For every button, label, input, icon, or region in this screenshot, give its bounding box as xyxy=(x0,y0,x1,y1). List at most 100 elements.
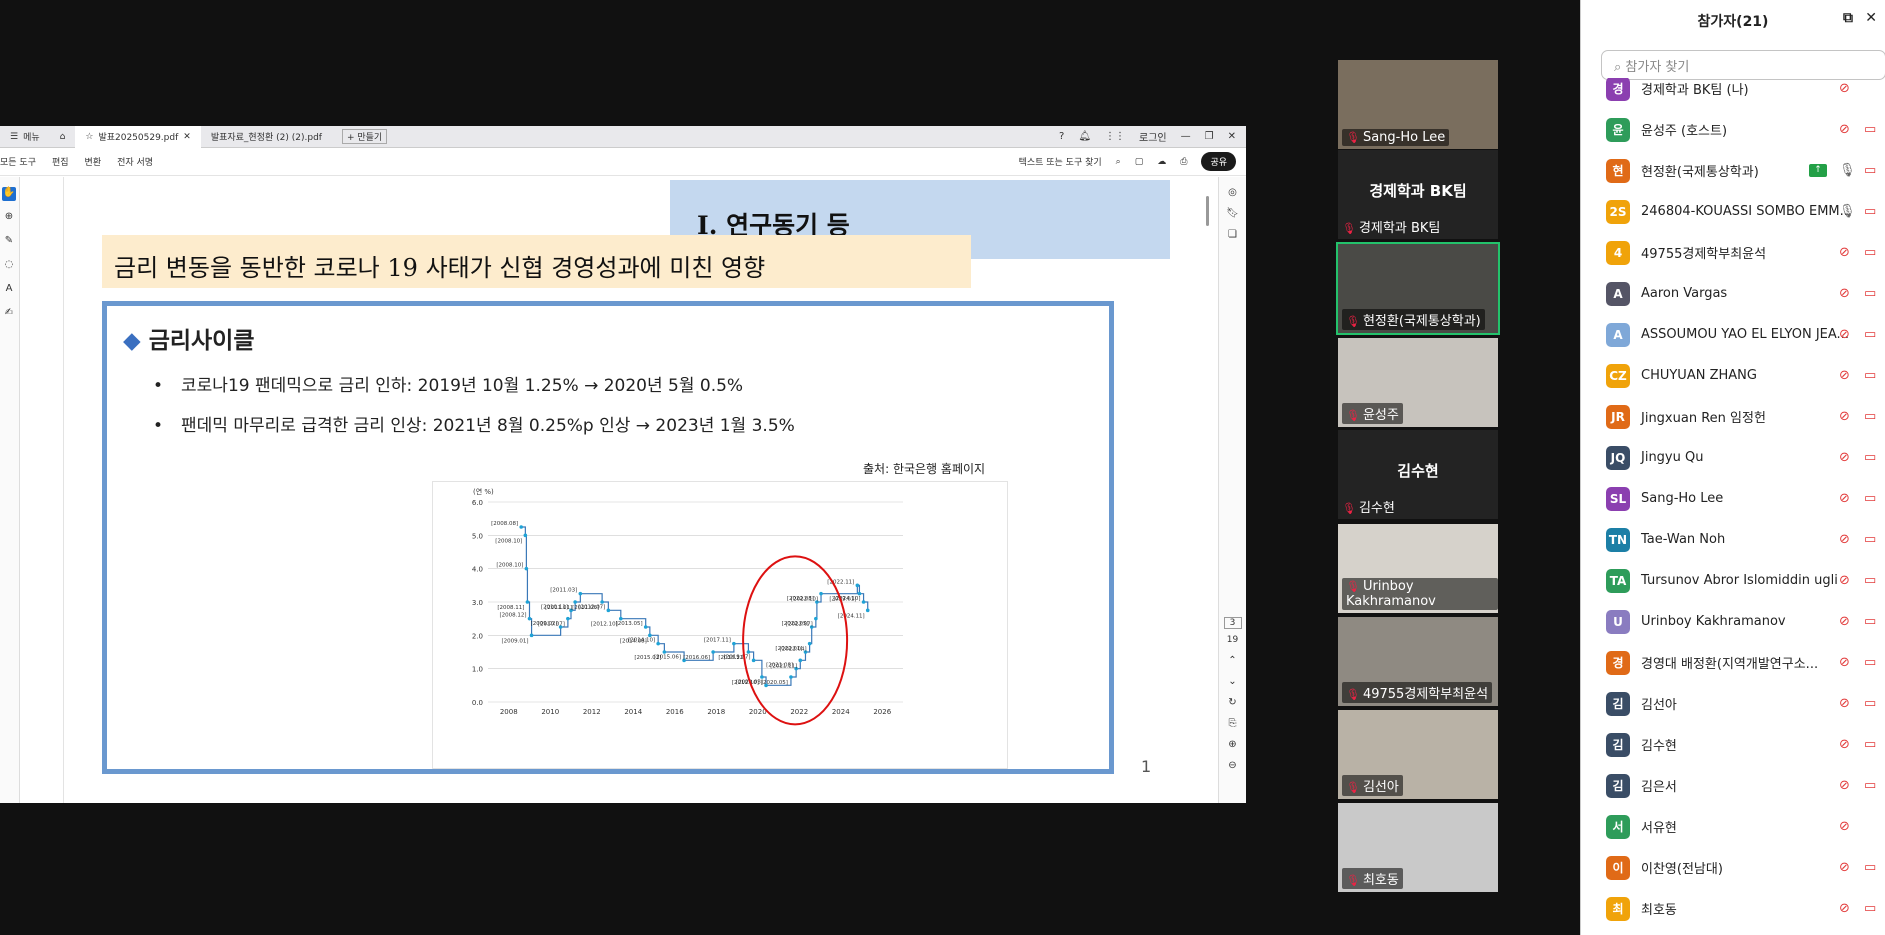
gallery-video-tile[interactable]: 🎙︎ 현정환(국제통상학과) xyxy=(1336,242,1500,335)
camera-off-icon[interactable]: ▭ xyxy=(1864,450,1876,465)
page-current[interactable]: 3 xyxy=(1223,617,1242,629)
menu-convert[interactable]: 변환 xyxy=(85,155,102,168)
comment-icon[interactable]: ◎ xyxy=(1219,187,1246,198)
mic-muted-icon[interactable]: ⊘ xyxy=(1839,737,1850,752)
bookmark-icon[interactable]: 🔖︎ xyxy=(1219,208,1246,219)
fit-page-icon[interactable]: ⎘ xyxy=(1219,718,1246,729)
chevron-up-icon[interactable]: ⌃ xyxy=(1219,655,1246,666)
mic-icon[interactable]: 🎙︎ xyxy=(1839,204,1856,219)
gallery-video-tile[interactable]: 🎙︎ Sang-Ho Lee xyxy=(1338,60,1498,149)
participant-row[interactable]: 최 최호동 ⊘ ▭ xyxy=(1581,888,1885,929)
mic-muted-icon[interactable]: ⊘ xyxy=(1839,696,1850,711)
gallery-video-tile[interactable]: 🎙︎ 윤성주 xyxy=(1338,338,1498,427)
mic-muted-icon[interactable]: ⊘ xyxy=(1839,901,1850,916)
participant-row[interactable]: U Urinboy Kakhramanov ⊘ ▭ xyxy=(1581,601,1885,642)
participant-search-input[interactable]: ⌕ 참가자 찾기 xyxy=(1601,50,1885,80)
mic-muted-icon[interactable]: ⊘ xyxy=(1839,614,1850,629)
participant-row[interactable]: 김 김수현 ⊘ ▭ xyxy=(1581,724,1885,765)
participant-row[interactable]: A ASSOUMOU YAO EL ELYON JEA... ⊘ ▭ xyxy=(1581,314,1885,355)
mic-muted-icon[interactable]: ⊘ xyxy=(1839,409,1850,424)
camera-off-icon[interactable]: ▭ xyxy=(1864,614,1876,629)
close-icon[interactable]: ✕ xyxy=(1865,10,1877,26)
mic-muted-icon[interactable]: ⊘ xyxy=(1839,655,1850,670)
participant-row[interactable]: CZ CHUYUAN ZHANG ⊘ ▭ xyxy=(1581,355,1885,396)
camera-off-icon[interactable]: ▭ xyxy=(1864,204,1876,219)
minimize-icon[interactable]: — xyxy=(1181,131,1191,142)
participant-row[interactable]: 서 서유현 ⊘ xyxy=(1581,806,1885,847)
gallery-video-tile[interactable]: 🎙︎ Urinboy Kakhramanov xyxy=(1338,524,1498,613)
menu-esign[interactable]: 전자 서명 xyxy=(117,155,153,168)
gallery-name-card[interactable]: 김수현 🎙︎ 김수현 xyxy=(1338,430,1498,519)
gallery-video-tile[interactable]: 🎙︎ 김선아 xyxy=(1338,710,1498,799)
restore-icon[interactable]: ❐ xyxy=(1205,131,1214,142)
gallery-video-tile[interactable]: 🎙︎ 49755경제학부최윤석 xyxy=(1338,617,1498,706)
participant-row[interactable]: 김 김선아 ⊘ ▭ xyxy=(1581,683,1885,724)
mic-muted-icon[interactable]: ⊘ xyxy=(1839,573,1850,588)
lasso-tool-icon[interactable]: ◌ xyxy=(2,259,16,273)
tab-pdf-2[interactable]: 발표자료_현정환 (2) (2).pdf xyxy=(201,126,332,148)
close-icon[interactable]: ✕ xyxy=(183,132,191,142)
camera-off-icon[interactable]: ▭ xyxy=(1864,778,1876,793)
zoom-tool-icon[interactable]: ⊕ xyxy=(2,211,16,225)
participant-row[interactable]: 윤 윤성주 (호스트) ⊘ ▭ xyxy=(1581,109,1885,150)
gallery-video-tile[interactable]: 🎙︎ 최호동 xyxy=(1338,803,1498,892)
menu-button[interactable]: ☰ 메뉴 xyxy=(0,126,50,148)
new-tab-button[interactable]: + 만들기 xyxy=(332,126,397,148)
mic-muted-icon[interactable]: ⊘ xyxy=(1839,327,1850,342)
mic-muted-icon[interactable]: ⊘ xyxy=(1839,450,1850,465)
camera-off-icon[interactable]: ▭ xyxy=(1864,532,1876,547)
zoom-out-icon[interactable]: ⊖ xyxy=(1219,760,1246,771)
camera-off-icon[interactable]: ▭ xyxy=(1864,737,1876,752)
search-icon[interactable]: ⌕ xyxy=(1116,157,1121,167)
camera-off-icon[interactable]: ▭ xyxy=(1864,491,1876,506)
participant-row[interactable]: 4 49755경제학부최윤석 ⊘ ▭ xyxy=(1581,232,1885,273)
help-icon[interactable]: ? xyxy=(1059,131,1064,142)
camera-off-icon[interactable]: ▭ xyxy=(1864,860,1876,875)
camera-off-icon[interactable]: ▭ xyxy=(1864,327,1876,342)
refresh-icon[interactable]: ↻ xyxy=(1219,697,1246,708)
text-tool-icon[interactable]: A xyxy=(2,283,16,297)
participant-row[interactable]: 경 경제학과 BK팀 (나) ⊘ xyxy=(1581,78,1885,109)
camera-off-icon[interactable]: ▭ xyxy=(1864,368,1876,383)
mic-muted-icon[interactable]: ⊘ xyxy=(1839,860,1850,875)
camera-off-icon[interactable]: ▭ xyxy=(1864,901,1876,916)
login-link[interactable]: 로그인 xyxy=(1139,129,1167,144)
home-button[interactable]: ⌂ xyxy=(50,126,76,148)
participant-row[interactable]: JR Jingxuan Ren 임정헌 ⊘ ▭ xyxy=(1581,396,1885,437)
zoom-in-icon[interactable]: ⊕ xyxy=(1219,739,1246,750)
participant-row[interactable]: TN Tae-Wan Noh ⊘ ▭ xyxy=(1581,519,1885,560)
save-icon[interactable]: ▢ xyxy=(1135,157,1144,167)
share-button[interactable]: 공유 xyxy=(1201,152,1236,171)
mic-muted-icon[interactable]: ⊘ xyxy=(1839,245,1850,260)
mic-icon[interactable]: 🎙︎ xyxy=(1839,163,1856,178)
camera-off-icon[interactable]: ▭ xyxy=(1864,163,1876,178)
participant-row[interactable]: SL Sang-Ho Lee ⊘ ▭ xyxy=(1581,478,1885,519)
popout-icon[interactable]: ⧉ xyxy=(1843,10,1853,26)
pen-tool-icon[interactable]: ✎ xyxy=(2,235,16,249)
mic-muted-icon[interactable]: ⊘ xyxy=(1839,122,1850,137)
participant-row[interactable]: TA Tursunov Abror Islomiddin ugli ⊘ ▭ xyxy=(1581,560,1885,601)
gallery-name-card[interactable]: 경제학과 BK팀 🎙︎ 경제학과 BK팀 xyxy=(1338,150,1498,239)
tab-pdf-1[interactable]: ☆ 발표20250529.pdf ✕ xyxy=(75,126,201,148)
participant-row[interactable]: JQ Jingyu Qu ⊘ ▭ xyxy=(1581,437,1885,478)
mic-muted-icon[interactable]: ⊘ xyxy=(1839,368,1850,383)
chevron-down-icon[interactable]: ⌄ xyxy=(1219,676,1246,687)
cloud-upload-icon[interactable]: ☁ xyxy=(1157,157,1166,167)
apps-icon[interactable]: ⋮⋮ xyxy=(1105,131,1125,142)
hand-tool-icon[interactable]: ✋ xyxy=(2,187,16,201)
participant-row[interactable]: 경 경영대 배정환(지역개발연구소... ⊘ ▭ xyxy=(1581,642,1885,683)
participant-row[interactable]: 현 현정환(국제통상학과) ↑ 🎙︎ ▭ xyxy=(1581,150,1885,191)
participant-row[interactable]: 김 김은서 ⊘ ▭ xyxy=(1581,765,1885,806)
bell-icon[interactable]: 🔔︎ xyxy=(1078,131,1091,142)
camera-off-icon[interactable]: ▭ xyxy=(1864,696,1876,711)
mic-muted-icon[interactable]: ⊘ xyxy=(1839,778,1850,793)
mic-muted-icon[interactable]: ⊘ xyxy=(1839,532,1850,547)
sign-tool-icon[interactable]: ✍ xyxy=(2,307,16,321)
mic-muted-icon[interactable]: ⊘ xyxy=(1839,491,1850,506)
mic-muted-icon[interactable]: ⊘ xyxy=(1839,81,1850,96)
participant-row[interactable]: A Aaron Vargas ⊘ ▭ xyxy=(1581,273,1885,314)
window-close-icon[interactable]: ✕ xyxy=(1228,131,1236,142)
mic-muted-icon[interactable]: ⊘ xyxy=(1839,819,1850,834)
mic-muted-icon[interactable]: ⊘ xyxy=(1839,286,1850,301)
camera-off-icon[interactable]: ▭ xyxy=(1864,655,1876,670)
